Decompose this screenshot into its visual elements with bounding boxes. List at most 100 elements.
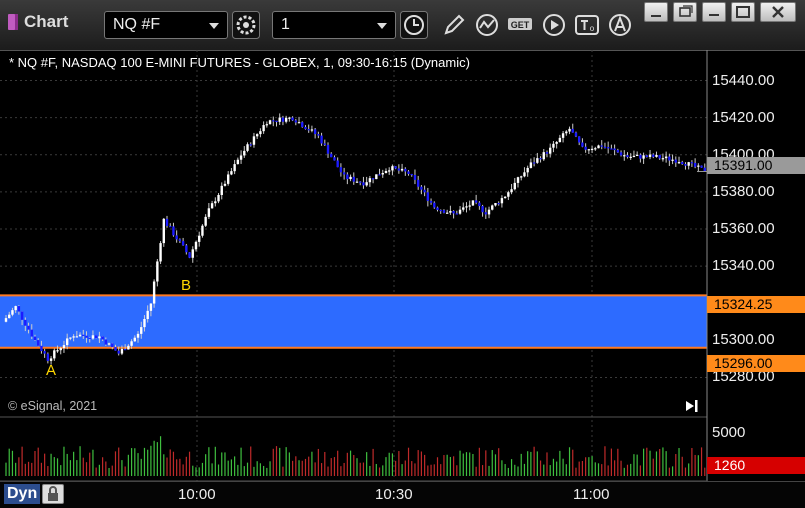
candle xyxy=(388,167,391,175)
volume-bar xyxy=(285,447,287,476)
minimize-icon[interactable] xyxy=(644,2,668,22)
candle xyxy=(378,168,381,176)
candle xyxy=(304,125,307,130)
volume-bar xyxy=(153,440,155,476)
volume-bar xyxy=(562,458,564,476)
volume-bar xyxy=(588,457,590,476)
candle xyxy=(590,145,594,153)
volume-bar xyxy=(543,464,545,476)
candle xyxy=(445,209,449,214)
volume-bar xyxy=(340,466,342,476)
chevron-down-icon[interactable] xyxy=(377,23,387,29)
volume-bar xyxy=(15,462,17,476)
volume-bar xyxy=(69,460,72,476)
candle xyxy=(581,138,584,148)
jump-end-icon[interactable] xyxy=(686,400,698,412)
candle xyxy=(246,142,249,153)
volume-bar xyxy=(47,466,49,476)
lock-icon[interactable] xyxy=(42,484,64,504)
candle xyxy=(429,198,433,205)
volume-bar xyxy=(491,450,493,476)
candle xyxy=(568,126,571,135)
volume-bar xyxy=(407,447,410,476)
close-icon[interactable] xyxy=(760,2,796,22)
candle xyxy=(262,121,265,134)
volume-bar xyxy=(275,446,278,476)
get-icon[interactable]: GET xyxy=(506,11,534,39)
volume-bar xyxy=(195,467,197,476)
title-bar: Chart NQ #F 1 GET o xyxy=(0,0,805,51)
candle xyxy=(226,171,230,186)
current-price-label: 15391.00 xyxy=(707,157,805,174)
volume-series xyxy=(5,436,706,476)
interval-combo[interactable]: 1 xyxy=(272,11,396,39)
volume-bar xyxy=(462,453,464,476)
candle xyxy=(629,153,632,160)
candle xyxy=(513,178,516,191)
text-tool-icon[interactable]: o xyxy=(573,11,601,39)
volume-tick-label: 5000 xyxy=(712,424,746,441)
volume-bar xyxy=(691,448,693,476)
candle xyxy=(407,170,410,176)
symbol-combo[interactable]: NQ #F xyxy=(104,11,228,39)
dynamic-mode-button[interactable]: Dyn xyxy=(4,484,41,504)
volume-bar xyxy=(159,436,162,476)
candle xyxy=(661,153,665,162)
volume-bar xyxy=(156,442,158,476)
volume-bar xyxy=(675,454,677,476)
settings-gear-icon[interactable] xyxy=(232,11,260,39)
candle xyxy=(652,153,655,159)
volume-bar xyxy=(166,457,168,476)
volume-bar xyxy=(230,459,233,476)
candle xyxy=(359,181,362,186)
restore-icon[interactable] xyxy=(673,2,697,22)
candle xyxy=(491,204,494,211)
candle xyxy=(400,163,404,172)
price-chart[interactable]: A B xyxy=(0,50,805,481)
volume-bar xyxy=(114,451,117,476)
volume-bar xyxy=(668,467,670,476)
candle xyxy=(532,157,536,167)
play-icon[interactable] xyxy=(540,11,568,39)
maximize-icon[interactable] xyxy=(731,2,755,22)
chevron-down-icon[interactable] xyxy=(209,23,219,29)
price-tick-label: 15380.00 xyxy=(712,182,775,200)
volume-bar xyxy=(385,457,387,476)
marker-a[interactable]: A xyxy=(46,362,56,379)
candle xyxy=(336,157,339,168)
clock-icon[interactable] xyxy=(400,11,428,39)
candle xyxy=(185,243,188,255)
candle xyxy=(188,252,191,259)
volume-bar xyxy=(291,460,294,476)
candle xyxy=(259,128,262,138)
alert-icon[interactable] xyxy=(606,11,634,39)
candle xyxy=(223,180,227,187)
minimize-window-icon[interactable] xyxy=(702,2,726,22)
volume-bar xyxy=(150,445,152,476)
volume-bar xyxy=(533,446,535,476)
volume-bar xyxy=(208,447,210,476)
pencil-icon[interactable] xyxy=(440,11,468,39)
volume-bar xyxy=(556,461,558,476)
candle xyxy=(697,163,700,173)
marker-b[interactable]: B xyxy=(181,277,191,294)
volume-bar xyxy=(333,457,336,476)
candle xyxy=(458,206,462,215)
candle xyxy=(207,203,211,220)
candle xyxy=(397,164,401,174)
indicator-icon[interactable] xyxy=(473,11,501,39)
volume-bar xyxy=(185,456,187,476)
candle xyxy=(462,202,465,212)
volume-bar xyxy=(530,451,532,476)
volume-bar xyxy=(620,460,622,476)
candle xyxy=(265,121,269,128)
volume-bar xyxy=(356,458,358,476)
volume-bar xyxy=(221,452,223,476)
volume-bar xyxy=(485,450,487,476)
volume-bar xyxy=(604,446,606,476)
app-title-text: Chart xyxy=(24,12,69,31)
candle xyxy=(320,132,323,146)
volume-bar xyxy=(163,454,165,476)
candle xyxy=(468,200,471,211)
candle xyxy=(526,165,529,177)
